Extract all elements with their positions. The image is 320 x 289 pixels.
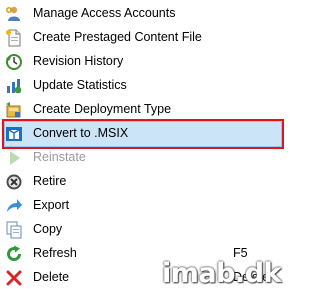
refresh-icon <box>5 245 23 263</box>
context-menu: Manage Access Accounts Create Prestaged … <box>0 0 286 289</box>
menu-item-update-statistics[interactable]: Update Statistics <box>0 74 286 98</box>
menu-item-create-prestaged-content-file[interactable]: Create Prestaged Content File <box>0 26 286 50</box>
menu-item-label: Update Statistics <box>33 78 127 92</box>
menu-item-label: Retire <box>33 174 67 188</box>
menu-item-copy[interactable]: Copy <box>0 218 286 242</box>
watermark-logo: imab.dk <box>162 258 286 289</box>
watermark-text: imab.dk <box>162 258 281 289</box>
menu-item-label: Create Deployment Type <box>33 102 172 116</box>
menu-item-label: Manage Access Accounts <box>33 6 176 20</box>
menu-item-reinstate: Reinstate <box>0 146 286 170</box>
revision-history-icon <box>5 53 23 71</box>
export-arrow-icon <box>5 197 23 215</box>
menu-item-create-deployment-type[interactable]: Create Deployment Type <box>0 98 286 122</box>
msix-package-icon <box>5 125 23 143</box>
menu-item-label: Convert to .MSIX <box>33 126 129 140</box>
menu-item-convert-to-msix[interactable]: Convert to .MSIX <box>0 122 286 146</box>
menu-item-label: Create Prestaged Content File <box>33 30 202 44</box>
menu-item-label: Revision History <box>33 54 124 68</box>
deployment-type-icon <box>5 101 23 119</box>
menu-item-label: Copy <box>33 222 63 236</box>
menu-item-retire[interactable]: Retire <box>0 170 286 194</box>
retire-icon <box>5 173 23 191</box>
menu-item-label: Reinstate <box>33 150 86 164</box>
menu-item-revision-history[interactable]: Revision History <box>0 50 286 74</box>
menu-item-label: Delete <box>33 270 70 284</box>
key-person-icon <box>5 5 23 23</box>
reinstate-icon <box>5 149 23 167</box>
menu-item-export[interactable]: Export <box>0 194 286 218</box>
prestaged-content-icon <box>5 29 23 47</box>
delete-x-icon <box>5 269 23 287</box>
update-statistics-icon <box>5 77 23 95</box>
menu-item-manage-access-accounts[interactable]: Manage Access Accounts <box>0 2 286 26</box>
menu-item-label: Export <box>33 198 70 212</box>
menu-item-label: Refresh <box>33 246 77 260</box>
copy-icon <box>5 221 23 239</box>
